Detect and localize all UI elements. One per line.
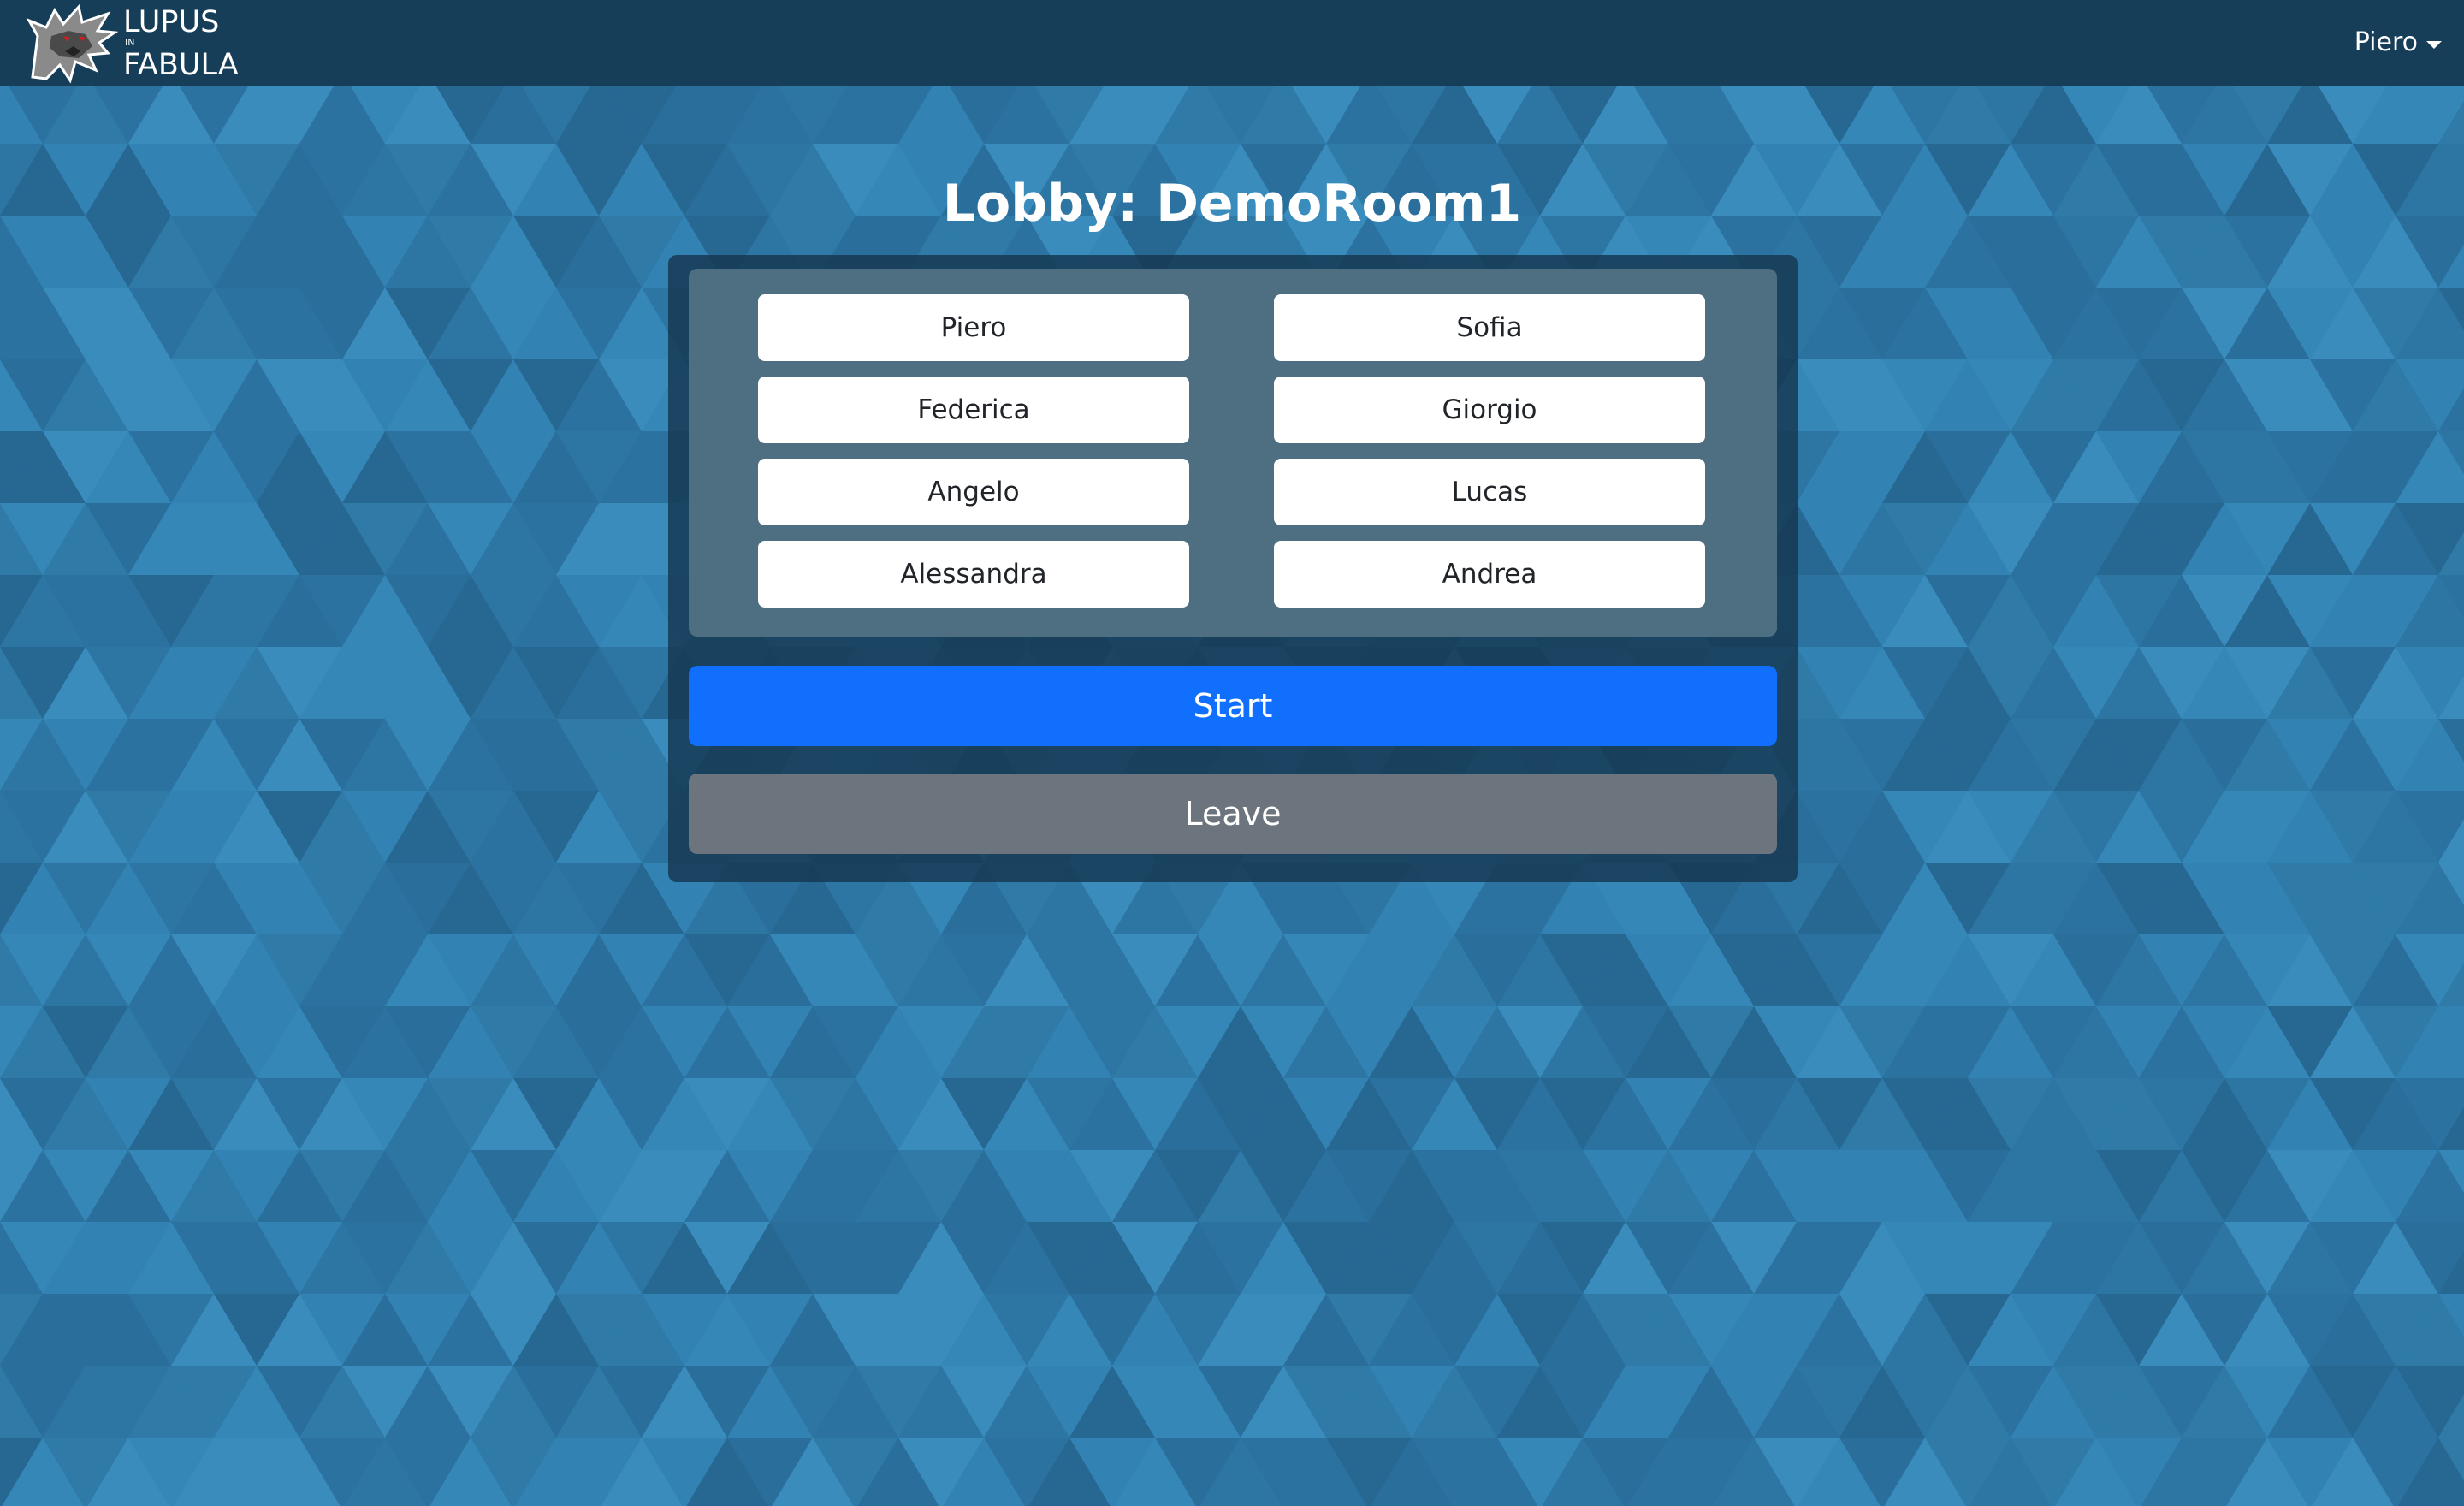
- page-title: Lobby: DemoRoom1: [942, 174, 1522, 234]
- wolf-head-icon: [26, 3, 119, 84]
- player-card[interactable]: Piero: [758, 294, 1189, 361]
- navbar: LUPUS IN FABULA Piero: [0, 0, 2464, 86]
- user-menu-dropdown[interactable]: Piero: [2354, 24, 2442, 62]
- brand-line-3: FABULA: [123, 48, 239, 82]
- player-list: Piero Sofia Federica Giorgio Angelo Luca…: [689, 269, 1777, 637]
- brand-text: LUPUS IN FABULA: [123, 2, 260, 84]
- player-card[interactable]: Angelo: [758, 459, 1189, 525]
- player-card[interactable]: Alessandra: [758, 541, 1189, 608]
- start-button[interactable]: Start: [689, 666, 1777, 746]
- player-card[interactable]: Lucas: [1274, 459, 1705, 525]
- player-card[interactable]: Giorgio: [1274, 376, 1705, 443]
- caret-down-icon: [2426, 40, 2442, 49]
- leave-button[interactable]: Leave: [689, 774, 1777, 854]
- brand-logo[interactable]: LUPUS IN FABULA: [26, 2, 260, 84]
- brand-line-1: LUPUS: [123, 5, 220, 39]
- player-card[interactable]: Andrea: [1274, 541, 1705, 608]
- player-card[interactable]: Federica: [758, 376, 1189, 443]
- player-card[interactable]: Sofia: [1274, 294, 1705, 361]
- lobby-card: Piero Sofia Federica Giorgio Angelo Luca…: [668, 255, 1798, 882]
- user-name: Piero: [2354, 27, 2418, 57]
